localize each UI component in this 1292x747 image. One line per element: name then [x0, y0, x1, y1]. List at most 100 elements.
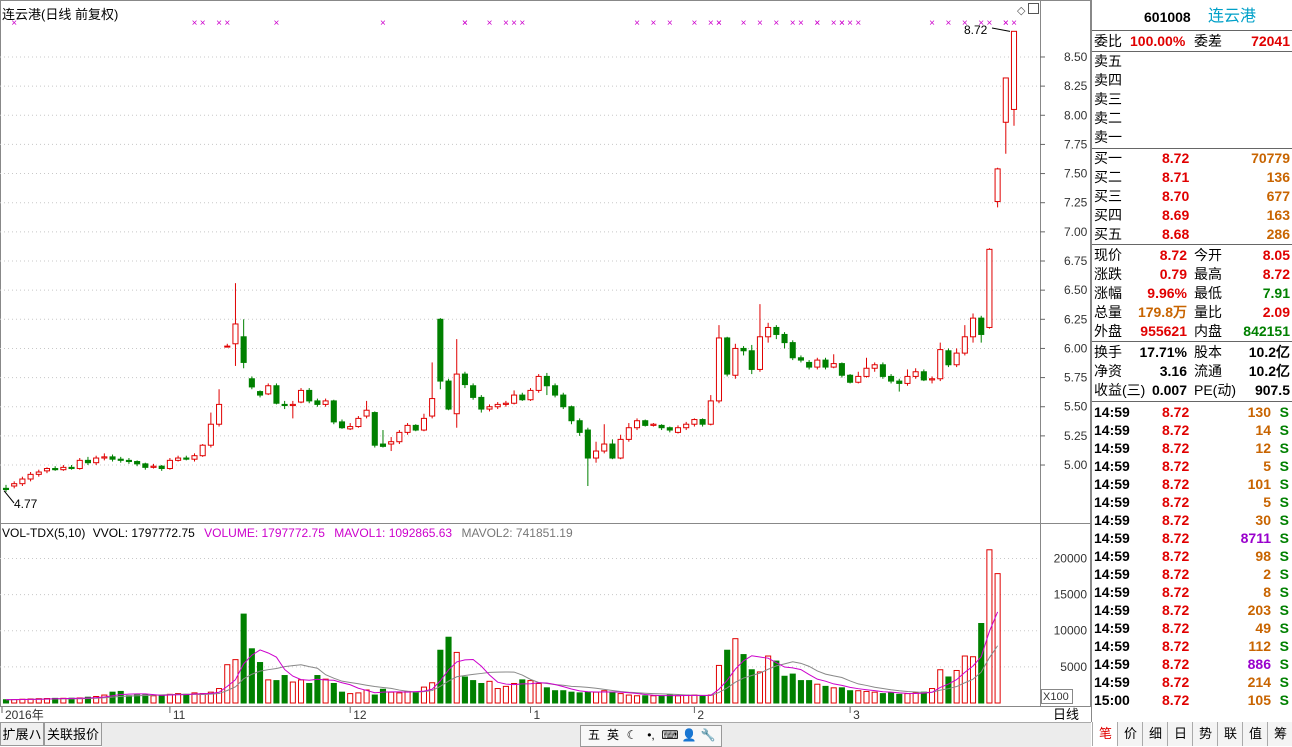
volume-bar	[142, 694, 149, 704]
candle-body	[838, 363, 845, 376]
signal-marker: ×	[192, 18, 198, 29]
tab-related-quotes[interactable]: 关联报价	[44, 722, 102, 746]
volume-bar	[150, 695, 157, 704]
tick-row: 14:59 8.72 5 S	[1092, 457, 1292, 475]
kline-chart[interactable]: 8.50 8.25 8.00 7.75 7.50 7.25 7.00 6.75 6.50 6.25…	[0, 0, 1091, 722]
low-price-label: 4.77	[14, 497, 38, 511]
buy-row[interactable]: 买二 8.71 136	[1092, 168, 1292, 186]
quote-panel: 601008 连云港 委比 100.00% 委差 72041 卖五 卖四 卖三 卖二卖…	[1091, 0, 1292, 722]
candle-body	[953, 352, 960, 366]
tick-time: 14:59	[1094, 440, 1130, 456]
quote-tab-2[interactable]: 细	[1142, 722, 1168, 746]
period-label[interactable]: 日线	[1041, 707, 1091, 722]
volume-bar	[806, 680, 813, 704]
candle-body	[134, 461, 141, 465]
tick-time: 15:00	[1094, 692, 1130, 708]
volume-header: VOL-TDX(5,10) VVOL: 1797772.75 VOLUME: 1…	[2, 526, 573, 540]
candle-body	[748, 350, 755, 370]
english-mode-icon[interactable]: 英	[604, 727, 622, 743]
volume-bar	[617, 693, 624, 704]
punctuation-icon[interactable]: •,	[642, 727, 660, 743]
candle-body	[142, 463, 149, 468]
sell-row[interactable]: 卖三	[1092, 90, 1292, 108]
tick-volume: 214	[1247, 674, 1271, 690]
candle-body	[978, 317, 985, 335]
quote-tab-0[interactable]: 笔	[1092, 722, 1118, 746]
tick-volume: 5	[1263, 458, 1271, 474]
price-tick-label: 8.00	[1064, 108, 1088, 122]
volume-bar	[650, 695, 657, 704]
tick-volume: 130	[1247, 404, 1271, 420]
volume-bar	[756, 671, 763, 704]
stat-label: 今开	[1194, 247, 1222, 263]
candle-body	[969, 317, 977, 338]
stat-value: 9.96%	[1147, 285, 1187, 301]
candle-body	[347, 426, 354, 430]
buy-row[interactable]: 买四 8.69 163	[1092, 206, 1292, 224]
quote-tab-3[interactable]: 日	[1167, 722, 1193, 746]
quote-tab-7[interactable]: 筹	[1267, 722, 1292, 746]
volume-bar	[289, 681, 296, 704]
buy-row[interactable]: 买一 8.72 70779	[1092, 149, 1292, 167]
volume-tick-label: 10000	[1054, 624, 1088, 638]
tick-side: S	[1279, 494, 1289, 510]
buy-volume: 677	[1266, 188, 1290, 204]
tab-expand[interactable]: 扩展ハ	[0, 722, 44, 746]
volume-bar	[912, 692, 919, 704]
five-grid-icon[interactable]: 五	[585, 727, 603, 743]
settings-icon[interactable]: 🔧	[699, 727, 717, 743]
volume-bar	[183, 693, 190, 704]
quote-tab-1[interactable]: 价	[1117, 722, 1143, 746]
user-icon[interactable]: 👤	[680, 727, 698, 743]
volume-bar	[855, 690, 862, 704]
tick-row: 14:59 8.72 203 S	[1092, 601, 1292, 619]
candle-body	[830, 363, 837, 368]
quote-tab-6[interactable]: 值	[1242, 722, 1268, 746]
candle-body	[166, 459, 173, 470]
candle-body	[183, 457, 190, 460]
tick-price: 8.72	[1162, 548, 1190, 564]
sell-row[interactable]: 卖一	[1092, 128, 1292, 146]
signal-marker: ×	[962, 18, 968, 29]
sell-row[interactable]: 卖四	[1092, 71, 1292, 89]
signal-marker: ×	[814, 18, 820, 29]
sell-row[interactable]: 卖二	[1092, 109, 1292, 127]
keyboard-icon[interactable]: ⌨	[661, 727, 679, 743]
candle-body	[994, 168, 1001, 203]
expand-icon[interactable]: ◇	[1017, 4, 1025, 17]
candle-body	[494, 403, 501, 408]
sell-row[interactable]: 卖五	[1092, 52, 1292, 70]
buy-row[interactable]: 买五 8.68 286	[1092, 225, 1292, 243]
volume-bar	[494, 688, 501, 704]
volume-bar	[461, 676, 468, 704]
fundamental-label: 股本	[1194, 344, 1222, 360]
volume-bar	[765, 655, 772, 704]
candle-body	[420, 417, 427, 431]
signal-marker: ×	[200, 18, 206, 29]
volume-bar	[379, 688, 387, 704]
tick-row: 14:59 8.72 886 S	[1092, 655, 1292, 673]
volume-bar	[838, 687, 845, 704]
buy-level-label: 买五	[1094, 226, 1122, 242]
volume-bar	[330, 682, 337, 704]
volume-bar	[814, 683, 821, 704]
volume-tick-label: 20000	[1054, 551, 1088, 565]
volume-bar	[543, 687, 550, 704]
candle-body	[355, 417, 362, 428]
volume-bar	[961, 655, 968, 704]
volume-bar	[888, 692, 895, 704]
tick-row: 14:59 8.72 8711 S	[1092, 529, 1292, 547]
candle-body	[265, 385, 272, 395]
buy-row[interactable]: 买三 8.70 677	[1092, 187, 1292, 205]
moon-icon[interactable]: ☾	[623, 727, 641, 743]
tick-side: S	[1279, 566, 1289, 582]
candle-body	[11, 483, 18, 487]
window-icon[interactable]	[1028, 3, 1039, 14]
candle-body	[322, 400, 329, 405]
stock-code: 601008	[1144, 9, 1191, 25]
quote-tab-5[interactable]: 联	[1217, 722, 1243, 746]
quote-tab-4[interactable]: 势	[1192, 722, 1218, 746]
signal-marker: ×	[667, 18, 673, 29]
stat-label: 最低	[1194, 285, 1222, 301]
tick-volume: 5	[1263, 494, 1271, 510]
